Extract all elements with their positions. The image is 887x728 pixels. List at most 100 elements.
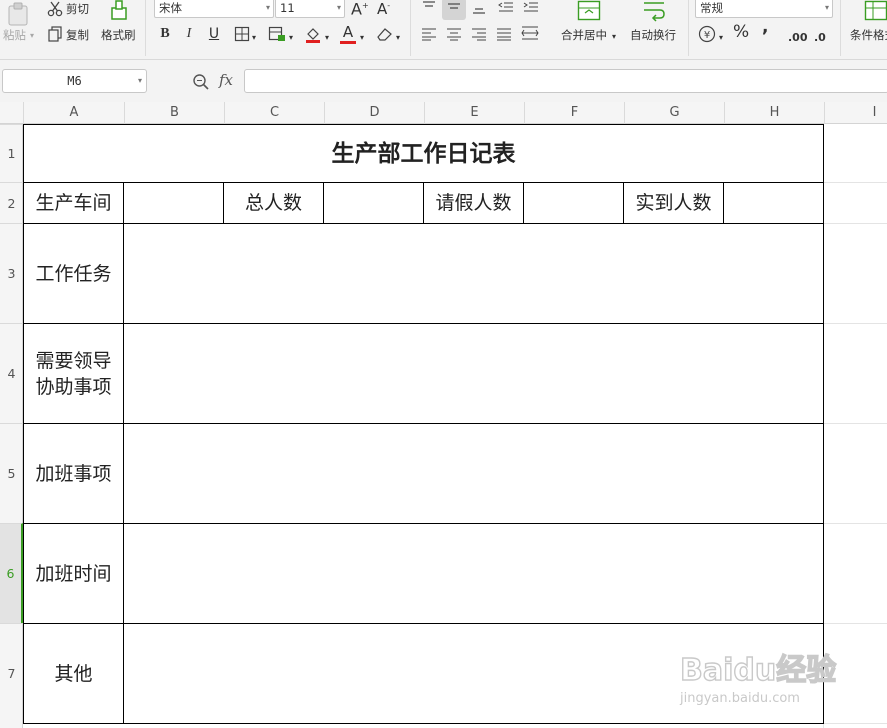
cell-a3[interactable]: 工作任务 — [23, 223, 124, 324]
chevron-down-icon[interactable]: ▾ — [612, 30, 616, 44]
distribute-icon[interactable] — [521, 25, 539, 41]
cell-a2[interactable]: 生产车间 — [23, 182, 124, 224]
justify-icon[interactable] — [496, 27, 512, 41]
column-header-f[interactable]: F — [524, 102, 624, 124]
paste-dropdown-icon[interactable]: ▾ — [30, 29, 34, 43]
column-header-e[interactable]: E — [424, 102, 524, 124]
decrease-decimal-button[interactable]: .0 — [814, 31, 826, 45]
cell-b4-merged[interactable] — [123, 323, 824, 424]
fill-color-icon[interactable] — [304, 25, 322, 43]
wrap-text-button[interactable]: 自动换行 — [630, 28, 676, 42]
cell-a5[interactable]: 加班事项 — [23, 423, 124, 524]
column-headers: A B C D E F G H I — [0, 102, 887, 124]
eraser-icon[interactable] — [376, 26, 394, 42]
cell-grid[interactable]: 生产部工作日记表 生产车间 总人数 请假人数 实到人数 工作任务 需要领导 协助… — [23, 124, 887, 728]
row-header-7[interactable]: 7 — [0, 623, 23, 723]
cell-b2[interactable] — [123, 182, 224, 224]
row-header-5[interactable]: 5 — [0, 423, 23, 523]
chevron-down-icon: ▾ — [336, 3, 341, 12]
chevron-down-icon[interactable]: ▾ — [360, 31, 364, 45]
paste-icon[interactable] — [6, 2, 32, 26]
format-painter-icon[interactable] — [108, 0, 130, 24]
copy-button[interactable]: 复制 — [66, 28, 89, 42]
decrease-indent-icon[interactable] — [498, 0, 514, 16]
cell-a6[interactable]: 加班时间 — [23, 523, 124, 624]
svg-text:¥: ¥ — [704, 30, 710, 41]
row-header-3[interactable]: 3 — [0, 223, 23, 323]
cell-b5-merged[interactable] — [123, 423, 824, 524]
border-icon[interactable] — [234, 26, 250, 42]
thousands-button[interactable]: , — [762, 19, 768, 36]
cell-style-icon[interactable] — [268, 26, 286, 42]
chevron-down-icon[interactable]: ▾ — [252, 31, 256, 45]
conditional-format-button[interactable]: 条件格式 — [850, 28, 887, 42]
font-name-value: 宋体 — [159, 1, 182, 15]
align-center-icon[interactable] — [446, 27, 462, 41]
font-color-icon[interactable]: A — [339, 23, 357, 41]
font-size-select[interactable]: 11 ▾ — [275, 0, 345, 18]
merge-center-button[interactable]: 合并居中 — [561, 28, 607, 42]
percent-button[interactable]: % — [733, 24, 749, 41]
paste-button[interactable]: 粘贴 — [3, 28, 26, 42]
chevron-down-icon[interactable]: ▾ — [719, 31, 723, 45]
fx-icon[interactable]: fx — [219, 71, 233, 89]
chevron-down-icon[interactable]: ▾ — [325, 31, 329, 45]
cell-f2[interactable] — [523, 182, 624, 224]
watermark-url: jingyan.baidu.com — [679, 691, 800, 706]
cell-d2[interactable] — [323, 182, 424, 224]
row-header-2[interactable]: 2 — [0, 182, 23, 223]
column-header-b[interactable]: B — [124, 102, 224, 124]
align-top-icon[interactable] — [421, 0, 437, 12]
row-header-1[interactable]: 1 — [0, 124, 23, 182]
cell-b6-merged[interactable] — [123, 523, 824, 624]
cell-c2[interactable]: 总人数 — [223, 182, 324, 224]
increase-indent-icon[interactable] — [523, 0, 539, 16]
name-box[interactable]: M6 ▾ — [2, 69, 147, 93]
conditional-format-icon[interactable] — [864, 0, 887, 22]
cell-h2[interactable] — [723, 182, 824, 224]
column-header-d[interactable]: D — [324, 102, 424, 124]
row-header-4[interactable]: 4 — [0, 323, 23, 423]
format-painter-button[interactable]: 格式刷 — [101, 28, 136, 42]
workshop-label: 生产车间 — [35, 192, 112, 214]
align-right-icon[interactable] — [471, 27, 487, 41]
cell-b3-merged[interactable] — [123, 223, 824, 324]
currency-icon[interactable]: ¥ — [698, 25, 716, 43]
cell-g2[interactable]: 实到人数 — [623, 182, 724, 224]
font-name-select[interactable]: 宋体 ▾ — [154, 0, 274, 18]
column-header-c[interactable]: C — [224, 102, 324, 124]
cell-a4[interactable]: 需要领导 协助事项 — [23, 323, 124, 424]
row-headers: 1 2 3 4 5 6 7 — [0, 124, 23, 728]
align-bottom-icon[interactable] — [471, 0, 487, 16]
decrease-font-icon[interactable]: A- — [377, 0, 390, 17]
column-header-i[interactable]: I — [824, 102, 887, 124]
wrap-text-icon[interactable] — [642, 0, 666, 22]
row-header-6[interactable]: 6 — [0, 523, 23, 623]
zoom-magnifier-icon[interactable] — [192, 73, 210, 91]
sheet-title: 生产部工作日记表 — [331, 139, 516, 167]
number-format-select[interactable]: 常规 ▾ — [695, 0, 833, 18]
group-separator — [145, 0, 146, 56]
column-header-h[interactable]: H — [724, 102, 824, 124]
leader-assist-label-line2: 协助事项 — [35, 375, 112, 398]
column-header-g[interactable]: G — [624, 102, 724, 124]
group-separator — [840, 0, 841, 56]
cut-button[interactable]: 剪切 — [66, 2, 89, 16]
cell-e2[interactable]: 请假人数 — [423, 182, 524, 224]
formula-input[interactable] — [244, 69, 887, 93]
increase-decimal-button[interactable]: .00 — [788, 31, 808, 45]
italic-button[interactable]: I — [180, 25, 198, 43]
increase-font-icon[interactable]: A+ — [351, 0, 369, 17]
chevron-down-icon: ▾ — [137, 76, 142, 85]
bold-button[interactable]: B — [156, 25, 174, 43]
chevron-down-icon[interactable]: ▾ — [396, 31, 400, 45]
cell-reference: M6 — [67, 74, 82, 88]
chevron-down-icon: ▾ — [265, 3, 270, 12]
underline-button[interactable]: U — [205, 25, 223, 43]
sheet-title-cell[interactable]: 生产部工作日记表 — [23, 124, 824, 183]
align-left-icon[interactable] — [421, 27, 437, 41]
chevron-down-icon[interactable]: ▾ — [289, 31, 293, 45]
column-header-a[interactable]: A — [23, 102, 124, 124]
cell-a7[interactable]: 其他 — [23, 623, 124, 724]
merge-center-icon[interactable] — [577, 0, 601, 22]
